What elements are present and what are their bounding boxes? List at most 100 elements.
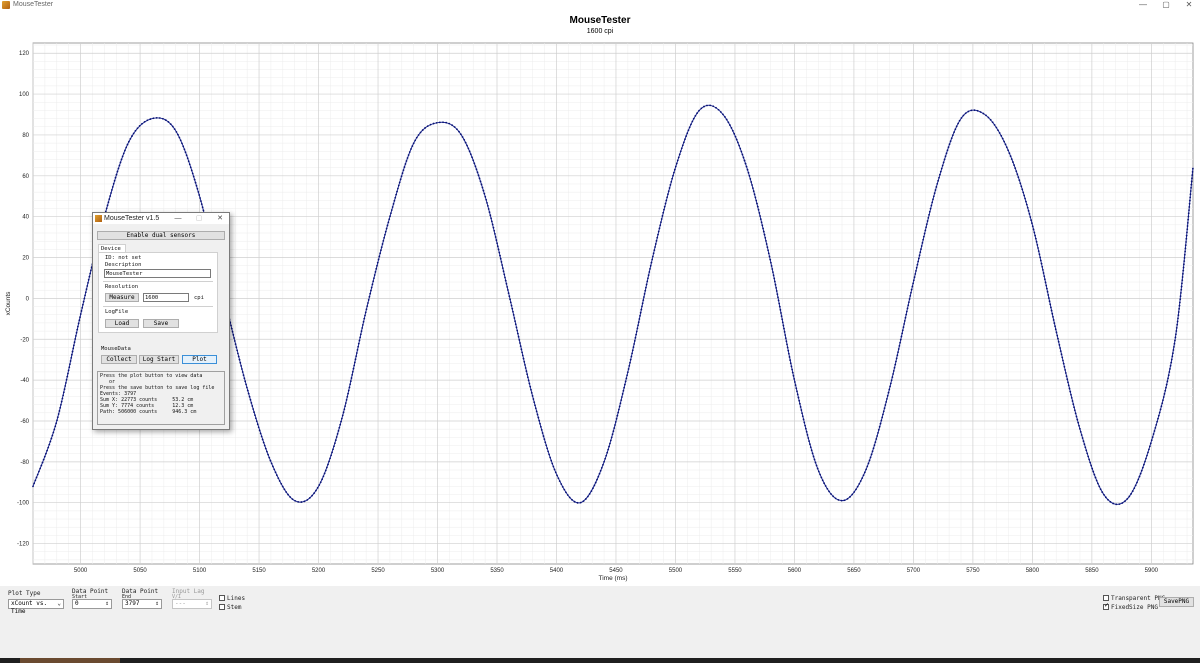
data-point: [1121, 502, 1124, 504]
data-point: [922, 235, 925, 238]
data-point: [1134, 484, 1137, 487]
data-point: [1085, 449, 1088, 452]
data-point: [39, 467, 42, 470]
plot-type-select[interactable]: xCount vs. Time ⌄: [8, 599, 64, 615]
save-png-button[interactable]: SavePNG: [1159, 597, 1194, 607]
data-point: [674, 165, 677, 168]
data-point: [1189, 193, 1192, 196]
data-point: [687, 129, 690, 132]
log-start-button[interactable]: Log Start: [139, 355, 179, 364]
data-point: [83, 297, 86, 300]
data-point: [554, 471, 557, 474]
data-point: [621, 393, 624, 395]
data-point: [501, 264, 504, 266]
data-point: [1164, 389, 1167, 392]
data-point: [421, 129, 424, 131]
data-point: [1191, 167, 1194, 170]
data-point: [351, 374, 354, 376]
collect-button[interactable]: Collect: [101, 355, 137, 364]
input-lag-input[interactable]: --- ⇕: [172, 599, 212, 609]
data-point: [558, 480, 561, 483]
data-point: [1046, 290, 1049, 293]
maximize-button[interactable]: ▢: [1158, 0, 1174, 10]
plot-button[interactable]: Plot: [182, 355, 217, 364]
x-tick-label: 5200: [312, 568, 326, 574]
resolution-input[interactable]: 1600: [143, 293, 189, 302]
data-point: [1091, 467, 1094, 470]
data-point: [661, 215, 664, 217]
data-point: [1179, 298, 1182, 301]
data-point: [66, 375, 69, 378]
close-button[interactable]: ✕: [1181, 0, 1197, 10]
data-point: [1152, 433, 1155, 435]
data-point: [1058, 344, 1061, 346]
data-point: [545, 444, 548, 447]
data-point: [62, 391, 65, 394]
save-button[interactable]: Save: [143, 319, 179, 328]
data-point: [114, 176, 117, 179]
data-point: [872, 447, 875, 450]
x-tick-label: 5900: [1145, 568, 1159, 574]
enable-dual-sensors-button[interactable]: Enable dual sensors: [97, 231, 225, 240]
data-point: [915, 266, 918, 269]
data-point: [505, 282, 508, 285]
data-point: [374, 271, 377, 273]
data-point: [740, 150, 743, 153]
data-point: [889, 382, 892, 385]
data-point: [1190, 180, 1193, 183]
data-point: [1093, 473, 1096, 476]
data-point: [626, 374, 628, 377]
data-point: [1101, 491, 1104, 493]
data-point: [442, 121, 444, 124]
stem-checkbox[interactable]: [219, 604, 225, 610]
data-point-end-input[interactable]: 3797 ⇕: [122, 599, 162, 609]
data-point: [177, 133, 179, 136]
dialog-close-button[interactable]: ✕: [215, 213, 225, 224]
data-point: [897, 351, 899, 354]
data-point: [378, 255, 381, 258]
data-point: [1098, 485, 1101, 488]
data-point: [760, 221, 763, 224]
dialog-maximize-button[interactable]: ▢: [194, 213, 204, 224]
measure-button[interactable]: Measure: [105, 293, 139, 302]
data-point: [780, 315, 783, 318]
minimize-button[interactable]: —: [1135, 0, 1151, 10]
lines-checkbox[interactable]: [219, 595, 225, 601]
data-point: [401, 172, 404, 175]
data-point: [817, 470, 820, 473]
data-point: [1028, 213, 1031, 215]
data-point: [761, 224, 764, 227]
data-point: [35, 476, 38, 479]
mousetester-dialog: MouseTester v1.5 — ▢ ✕ Enable dual senso…: [92, 212, 230, 430]
description-input[interactable]: MouseTester: [104, 269, 211, 278]
transparent-png-checkbox[interactable]: [1103, 595, 1109, 601]
load-button[interactable]: Load: [105, 319, 139, 328]
log-textbox[interactable]: Press the plot button to view data or Pr…: [97, 371, 225, 425]
data-point-start-input[interactable]: 0 ⇕: [72, 599, 112, 609]
data-point: [32, 485, 34, 488]
dialog-minimize-button[interactable]: —: [173, 213, 183, 224]
data-point: [1078, 427, 1081, 430]
data-point: [861, 477, 864, 480]
data-point: [414, 139, 417, 142]
data-point: [924, 229, 927, 232]
data-point: [333, 445, 335, 448]
data-point: [653, 249, 656, 252]
data-point: [909, 294, 912, 297]
data-point: [812, 455, 815, 458]
data-point: [179, 139, 182, 142]
data-point: [639, 311, 642, 314]
fixed-size-png-checkbox[interactable]: [1103, 602, 1109, 610]
data-point: [816, 467, 819, 470]
data-point: [1019, 182, 1022, 185]
x-tick-label: 5500: [669, 568, 683, 574]
data-point: [264, 447, 267, 450]
data-point: [627, 368, 630, 370]
window-titlebar: MouseTester — ▢ ✕: [0, 0, 1200, 11]
data-point: [892, 369, 895, 372]
data-point: [1088, 458, 1091, 461]
taskbar-item[interactable]: [20, 658, 120, 663]
data-point: [252, 408, 255, 410]
data-point: [509, 301, 512, 304]
data-point: [597, 475, 600, 478]
